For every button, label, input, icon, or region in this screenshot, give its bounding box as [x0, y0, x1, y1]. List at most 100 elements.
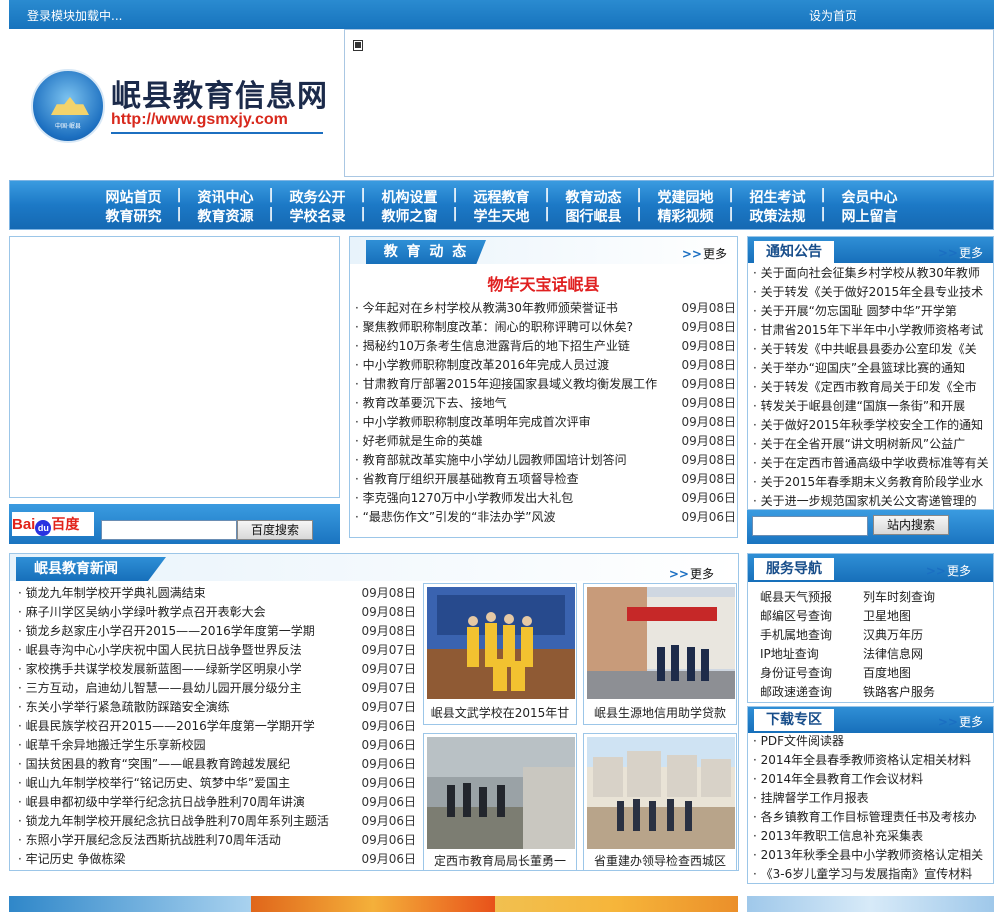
- service-link[interactable]: IP地址查询: [760, 645, 863, 664]
- list-item[interactable]: · 2013年教职工信息补充采集表: [753, 827, 991, 846]
- item-title[interactable]: 锁龙九年制学校开学典礼圆满结束: [26, 586, 206, 600]
- item-title[interactable]: 2014年全县教育工作会议材料: [761, 772, 924, 786]
- list-item[interactable]: · 家校携手共谋学校发展新蓝图——绿新学区明泉小学 09月07日: [18, 660, 416, 679]
- list-item[interactable]: · 甘肃省2015年下半年中小学教师资格考试: [753, 321, 993, 340]
- item-title[interactable]: 甘肃教育厅部署2015年迎接国家县域义教均衡发展工作: [363, 377, 658, 391]
- photo-card-3[interactable]: 定西市教育局局长董勇一: [423, 733, 577, 871]
- service-link[interactable]: 列车时刻查询: [863, 588, 983, 607]
- list-item[interactable]: · 关于面向社会征集乡村学校从教30年教师: [753, 264, 993, 283]
- item-title[interactable]: 关于转发《定西市教育局关于印发《全市: [761, 380, 977, 394]
- item-title[interactable]: 2014年全县春季教师资格认定相关材料: [761, 753, 972, 767]
- nav-link[interactable]: 精彩视频: [637, 206, 732, 226]
- list-item[interactable]: · 2013年秋季全县中小学教师资格认定相关: [753, 846, 991, 865]
- item-title[interactable]: 《3-6岁儿童学习与发展指南》宣传材料: [761, 867, 973, 881]
- item-title[interactable]: 关于在定西市普通高级中学收费标准等有关: [761, 456, 989, 470]
- item-title[interactable]: 中小学教师职称制度改革2016年完成人员过渡: [363, 358, 610, 372]
- service-link[interactable]: 百度地图: [863, 664, 983, 683]
- list-item[interactable]: · 岷县民族学校召开2015——2016学年度第一学期开学 09月06日: [18, 717, 416, 736]
- nav-link[interactable]: 网上留言: [821, 206, 916, 226]
- nav-link[interactable]: 教育资源: [177, 206, 272, 226]
- item-title[interactable]: 岷县民族学校召开2015——2016学年度第一学期开学: [26, 719, 315, 733]
- list-item[interactable]: · 关于转发《关于做好2015年全县专业技术: [753, 283, 993, 302]
- list-item[interactable]: · 关于转发《定西市教育局关于印发《全市: [753, 378, 993, 397]
- item-title[interactable]: 国扶贫困县的教育“突围”——岷县教育跨越发展纪: [26, 757, 290, 771]
- bottom-banner-2[interactable]: [251, 896, 495, 912]
- nav-link[interactable]: 教育动态: [545, 187, 640, 207]
- list-item[interactable]: · 挂牌督学工作月报表: [753, 789, 991, 808]
- item-title[interactable]: 麻子川学区吴纳小学绿叶教学点召开表彰大会: [26, 605, 266, 619]
- list-item[interactable]: · 省教育厅组织开展基础教育五项督导检查 09月08日: [355, 470, 736, 489]
- item-title[interactable]: 聚焦教师职称制度改革：闹心的职称评聘可以休矣?: [363, 320, 633, 334]
- list-item[interactable]: · 岷县寺沟中心小学庆祝中国人民抗日战争暨世界反法 09月07日: [18, 641, 416, 660]
- service-link[interactable]: 身份证号查询: [760, 664, 863, 683]
- photo-card-4[interactable]: 省重建办领导检查西城区: [583, 733, 737, 871]
- list-item[interactable]: · 关于2015年春季期末义务教育阶段学业水: [753, 473, 993, 492]
- list-item[interactable]: · 好老师就是生命的英雄 09月08日: [355, 432, 736, 451]
- bottom-banner-4[interactable]: [747, 896, 994, 912]
- list-item[interactable]: · 聚焦教师职称制度改革：闹心的职称评聘可以休矣? 09月08日: [355, 318, 736, 337]
- list-item[interactable]: · 转发关于岷县创建“国旗一条街”和开展: [753, 397, 993, 416]
- list-item[interactable]: · PDF文件阅读器: [753, 732, 991, 751]
- item-title[interactable]: 关于面向社会征集乡村学校从教30年教师: [761, 266, 980, 280]
- list-item[interactable]: · 锁龙九年制学校开学典礼圆满结束 09月08日: [18, 584, 416, 603]
- list-item[interactable]: · 中小学教师职称制度改革2016年完成人员过渡 09月08日: [355, 356, 736, 375]
- item-title[interactable]: 关于做好2015年秋季学校安全工作的通知: [761, 418, 984, 432]
- bottom-banner-1[interactable]: [9, 896, 251, 912]
- news-more-link[interactable]: 更多: [669, 565, 714, 582]
- item-title[interactable]: 岷山九年制学校举行“铭记历史、筑梦中华”爱国主: [26, 776, 290, 790]
- nav-link[interactable]: 远程教育: [453, 187, 548, 207]
- list-item[interactable]: · 国扶贫困县的教育“突围”——岷县教育跨越发展纪 09月06日: [18, 755, 416, 774]
- item-title[interactable]: 甘肃省2015年下半年中小学教师资格考试: [761, 323, 984, 337]
- list-item[interactable]: · 东关小学举行紧急疏散防踩踏安全演练 09月07日: [18, 698, 416, 717]
- item-title[interactable]: 关于转发《关于做好2015年全县专业技术: [761, 285, 984, 299]
- service-link[interactable]: 卫星地图: [863, 607, 983, 626]
- item-title[interactable]: 锁龙九年制学校开展纪念抗日战争胜利70周年系列主题活: [26, 814, 329, 828]
- list-item[interactable]: · 甘肃教育厅部署2015年迎接国家县域义教均衡发展工作 09月08日: [355, 375, 736, 394]
- item-title[interactable]: 岷草千余异地搬迁学生乐享新校园: [26, 738, 206, 752]
- list-item[interactable]: · 牢记历史 争做栋梁 09月06日: [18, 850, 416, 869]
- item-title[interactable]: 关于进一步规范国家机关公文寄递管理的: [761, 494, 977, 508]
- nav-link[interactable]: 学生天地: [453, 206, 548, 226]
- list-item[interactable]: · 中小学教师职称制度改革明年完成首次评审 09月08日: [355, 413, 736, 432]
- service-link[interactable]: 手机属地查询: [760, 626, 863, 645]
- list-item[interactable]: · “最悲伤作文”引发的“非法办学”风波 09月06日: [355, 508, 736, 527]
- item-title[interactable]: 教育改革要沉下去、接地气: [363, 396, 507, 410]
- item-title[interactable]: 牢记历史 争做栋梁: [26, 852, 126, 866]
- site-search-input[interactable]: [752, 516, 868, 536]
- list-item[interactable]: · 揭秘约10万条考生信息泄露背后的地下招生产业链 09月08日: [355, 337, 736, 356]
- baidu-search-button[interactable]: 百度搜索: [237, 520, 313, 540]
- service-link[interactable]: 邮政速递查询: [760, 683, 863, 702]
- nav-link[interactable]: 会员中心: [821, 187, 916, 207]
- list-item[interactable]: · 锁龙乡赵家庄小学召开2015——2016学年度第一学期 09月08日: [18, 622, 416, 641]
- list-item[interactable]: · 教育部就改革实施中小学幼儿园教师国培计划答问 09月08日: [355, 451, 736, 470]
- list-item[interactable]: · 各乡镇教育工作目标管理责任书及考核办: [753, 808, 991, 827]
- item-title[interactable]: 关于2015年春季期末义务教育阶段学业水: [761, 475, 984, 489]
- bottom-banner-3[interactable]: [495, 896, 738, 912]
- item-title[interactable]: 各乡镇教育工作目标管理责任书及考核办: [761, 810, 977, 824]
- dynamics-headline[interactable]: 物华天宝话岷县: [350, 271, 737, 295]
- set-home-link[interactable]: 设为首页: [809, 7, 857, 24]
- list-item[interactable]: · 关于转发《中共岷县县委办公室印发《关: [753, 340, 993, 359]
- list-item[interactable]: · 东照小学开展纪念反法西斯抗战胜利70周年活动 09月06日: [18, 831, 416, 850]
- service-link[interactable]: 岷县天气预报: [760, 588, 863, 607]
- item-title[interactable]: 家校携手共谋学校发展新蓝图——绿新学区明泉小学: [26, 662, 302, 676]
- nav-link[interactable]: 学校名录: [269, 206, 364, 226]
- service-link[interactable]: 汉典万年历: [863, 626, 983, 645]
- list-item[interactable]: · 李克强向1270万中小学教师发出大礼包 09月06日: [355, 489, 736, 508]
- item-title[interactable]: 关于开展“勿忘国耻 圆梦中华”开学第: [761, 304, 957, 318]
- nav-link[interactable]: 机构设置: [361, 187, 456, 207]
- item-title[interactable]: 2013年教职工信息补充采集表: [761, 829, 924, 843]
- item-title[interactable]: 转发关于岷县创建“国旗一条街”和开展: [761, 399, 965, 413]
- notice-more-link[interactable]: 更多: [938, 244, 983, 261]
- baidu-search-input[interactable]: [101, 520, 237, 540]
- list-item[interactable]: · 2014年全县教育工作会议材料: [753, 770, 991, 789]
- list-item[interactable]: · 《3-6岁儿童学习与发展指南》宣传材料: [753, 865, 991, 884]
- item-title[interactable]: 揭秘约10万条考生信息泄露背后的地下招生产业链: [363, 339, 630, 353]
- nav-link[interactable]: 党建园地: [637, 187, 732, 207]
- item-title[interactable]: 挂牌督学工作月报表: [761, 791, 869, 805]
- item-title[interactable]: 教育部就改革实施中小学幼儿园教师国培计划答问: [363, 453, 627, 467]
- list-item[interactable]: · 关于举办“迎国庆”全县篮球比赛的通知: [753, 359, 993, 378]
- dynamics-more-link[interactable]: 更多: [682, 245, 727, 262]
- list-item[interactable]: · 教育改革要沉下去、接地气 09月08日: [355, 394, 736, 413]
- list-item[interactable]: · 关于做好2015年秋季学校安全工作的通知: [753, 416, 993, 435]
